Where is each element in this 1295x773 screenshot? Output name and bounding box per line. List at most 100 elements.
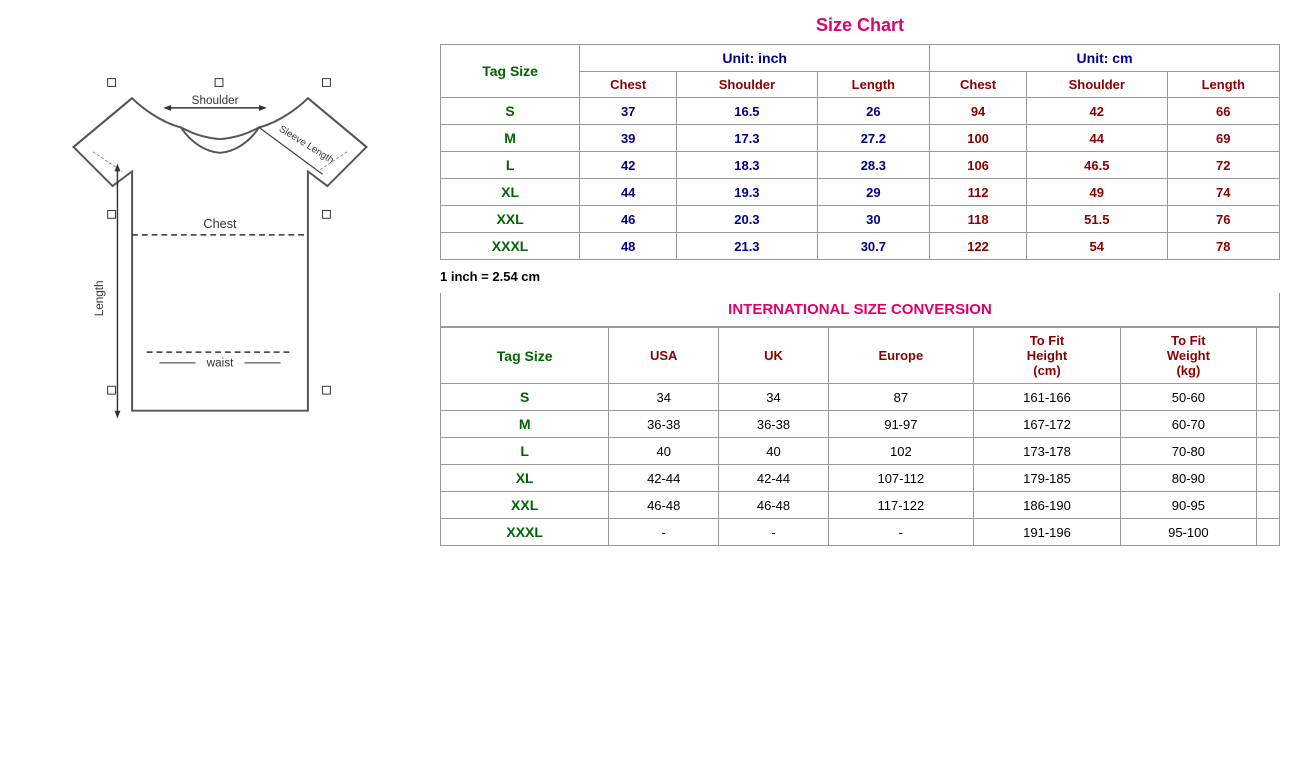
conv-tag-cell: XXXL: [441, 519, 609, 546]
size-chart-table: Tag Size Unit: inch Unit: cm Chest Shoul…: [440, 44, 1280, 260]
conv-height-cell: 161-166: [973, 384, 1120, 411]
inch-length-header: Length: [817, 72, 929, 98]
inch-chest-cell: 44: [580, 179, 677, 206]
conv-tag-cell: M: [441, 411, 609, 438]
inch-equation: 1 inch = 2.54 cm: [440, 265, 1280, 288]
conv-usa-cell: 42-44: [609, 465, 719, 492]
conv-weight-cell: 95-100: [1121, 519, 1256, 546]
svg-text:Sleeve Length: Sleeve Length: [277, 124, 336, 166]
svg-text:Chest: Chest: [203, 217, 237, 231]
cm-length-header: Length: [1167, 72, 1280, 98]
inch-shoulder-cell: 21.3: [677, 233, 817, 260]
conversion-row: L 40 40 102 173-178 70-80: [441, 438, 1280, 465]
inch-chest-cell: 42: [580, 152, 677, 179]
conversion-row: XL 42-44 42-44 107-112 179-185 80-90: [441, 465, 1280, 492]
conv-tag-cell: XL: [441, 465, 609, 492]
inch-chest-header: Chest: [580, 72, 677, 98]
inch-shoulder-cell: 17.3: [677, 125, 817, 152]
cm-shoulder-header: Shoulder: [1027, 72, 1167, 98]
inch-shoulder-cell: 19.3: [677, 179, 817, 206]
intl-title: INTERNATIONAL SIZE CONVERSION: [440, 293, 1280, 327]
inch-shoulder-cell: 20.3: [677, 206, 817, 233]
conv-usa-cell: 40: [609, 438, 719, 465]
conv-height-cell: 179-185: [973, 465, 1120, 492]
conv-europe-cell: -: [828, 519, 973, 546]
conv-weight-cell: 90-95: [1121, 492, 1256, 519]
tag-size-cell: XXL: [441, 206, 580, 233]
conv-uk-cell: 40: [719, 438, 829, 465]
conv-empty-cell: [1256, 492, 1279, 519]
conv-empty-cell: [1256, 465, 1279, 492]
conv-empty-cell: [1256, 519, 1279, 546]
cm-shoulder-cell: 49: [1027, 179, 1167, 206]
conv-uk-cell: -: [719, 519, 829, 546]
conv-uk-header: UK: [719, 328, 829, 384]
tag-size-header: Tag Size: [441, 45, 580, 98]
conv-uk-cell: 34: [719, 384, 829, 411]
conv-empty-cell: [1256, 384, 1279, 411]
conv-height-cell: 191-196: [973, 519, 1120, 546]
size-chart-row: S 37 16.5 26 94 42 66: [441, 98, 1280, 125]
conv-usa-cell: 46-48: [609, 492, 719, 519]
conv-empty-cell: [1256, 411, 1279, 438]
cm-length-cell: 69: [1167, 125, 1280, 152]
cm-chest-cell: 112: [930, 179, 1027, 206]
conv-usa-header: USA: [609, 328, 719, 384]
conversion-row: S 34 34 87 161-166 50-60: [441, 384, 1280, 411]
conv-empty-cell: [1256, 438, 1279, 465]
inch-length-cell: 30.7: [817, 233, 929, 260]
cm-length-cell: 78: [1167, 233, 1280, 260]
svg-text:waist: waist: [206, 357, 234, 370]
unit-inch-header: Unit: inch: [580, 45, 930, 72]
conv-europe-cell: 107-112: [828, 465, 973, 492]
inch-length-cell: 29: [817, 179, 929, 206]
inch-shoulder-cell: 18.3: [677, 152, 817, 179]
inch-chest-cell: 48: [580, 233, 677, 260]
conv-europe-cell: 87: [828, 384, 973, 411]
conversion-row: XXXL - - - 191-196 95-100: [441, 519, 1280, 546]
inch-shoulder-cell: 16.5: [677, 98, 817, 125]
conv-tag-cell: L: [441, 438, 609, 465]
conv-weight-header: To FitWeight(kg): [1121, 328, 1256, 384]
conv-europe-header: Europe: [828, 328, 973, 384]
conv-tag-size-header: Tag Size: [441, 328, 609, 384]
conv-usa-cell: -: [609, 519, 719, 546]
conv-tag-cell: S: [441, 384, 609, 411]
tag-size-cell: XL: [441, 179, 580, 206]
inch-length-cell: 30: [817, 206, 929, 233]
cm-length-cell: 76: [1167, 206, 1280, 233]
conv-height-cell: 173-178: [973, 438, 1120, 465]
cm-shoulder-cell: 44: [1027, 125, 1167, 152]
cm-shoulder-cell: 42: [1027, 98, 1167, 125]
tshirt-svg: Shoulder Length Chest waist Sleeve Lengt…: [30, 20, 410, 440]
tag-size-cell: XXXL: [441, 233, 580, 260]
conversion-row: XXL 46-48 46-48 117-122 186-190 90-95: [441, 492, 1280, 519]
tag-size-cell: L: [441, 152, 580, 179]
tag-size-cell: M: [441, 125, 580, 152]
size-chart-row: XXXL 48 21.3 30.7 122 54 78: [441, 233, 1280, 260]
inch-chest-cell: 46: [580, 206, 677, 233]
svg-text:Shoulder: Shoulder: [192, 94, 239, 107]
cm-length-cell: 72: [1167, 152, 1280, 179]
cm-shoulder-cell: 51.5: [1027, 206, 1167, 233]
conv-europe-cell: 91-97: [828, 411, 973, 438]
inch-length-cell: 27.2: [817, 125, 929, 152]
tshirt-diagram-panel: Shoulder Length Chest waist Sleeve Lengt…: [10, 10, 430, 450]
conversion-table: Tag Size USA UK Europe To FitHeight(cm) …: [440, 327, 1280, 546]
conv-weight-cell: 50-60: [1121, 384, 1256, 411]
cm-chest-cell: 100: [930, 125, 1027, 152]
conversion-row: M 36-38 36-38 91-97 167-172 60-70: [441, 411, 1280, 438]
cm-chest-cell: 122: [930, 233, 1027, 260]
conv-height-header: To FitHeight(cm): [973, 328, 1120, 384]
size-chart-row: XXL 46 20.3 30 118 51.5 76: [441, 206, 1280, 233]
conv-height-cell: 186-190: [973, 492, 1120, 519]
conv-europe-cell: 117-122: [828, 492, 973, 519]
size-chart-row: XL 44 19.3 29 112 49 74: [441, 179, 1280, 206]
unit-cm-header: Unit: cm: [930, 45, 1280, 72]
cm-chest-cell: 94: [930, 98, 1027, 125]
inch-length-cell: 28.3: [817, 152, 929, 179]
conv-weight-cell: 60-70: [1121, 411, 1256, 438]
conv-uk-cell: 42-44: [719, 465, 829, 492]
conv-usa-cell: 36-38: [609, 411, 719, 438]
size-chart-row: L 42 18.3 28.3 106 46.5 72: [441, 152, 1280, 179]
